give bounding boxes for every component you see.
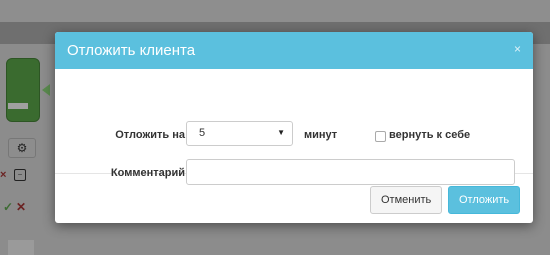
modal-title: Отложить клиента (67, 42, 196, 59)
background-arrow (42, 84, 50, 96)
background-row: ✓ ✕ (0, 198, 34, 216)
background-box (8, 240, 34, 255)
postpone-button[interactable]: Отложить (448, 186, 521, 214)
collapse-icon: − (14, 169, 26, 181)
modal-header: Отложить клиента × (55, 32, 533, 69)
background-progress-bar (8, 103, 28, 109)
return-to-self-checkbox[interactable] (375, 131, 386, 142)
close-icon: × (0, 169, 7, 181)
postpone-client-modal: Отложить клиента × Отложить на 5 ▼ минут… (55, 32, 533, 223)
background-green-card (6, 58, 40, 122)
chevron-down-icon: ▼ (277, 128, 285, 137)
modal-footer: Отменить Отложить (55, 174, 533, 223)
minutes-select-value: 5 (199, 127, 206, 139)
close-icon: ✕ (16, 200, 27, 214)
gear-icon: ⚙ (8, 138, 36, 158)
return-to-self-label[interactable]: вернуть к себе (389, 129, 470, 141)
background-row: × − (0, 166, 34, 186)
close-icon[interactable]: × (514, 42, 521, 56)
postpone-label: Отложить на (115, 129, 185, 141)
modal-body: Отложить на 5 ▼ минут вернуть к себе Ком… (55, 69, 533, 185)
check-icon: ✓ (3, 200, 14, 214)
cancel-button[interactable]: Отменить (370, 186, 443, 214)
background-topbar (0, 0, 550, 22)
minutes-label: минут (304, 129, 338, 141)
minutes-select[interactable]: 5 ▼ (186, 121, 293, 146)
